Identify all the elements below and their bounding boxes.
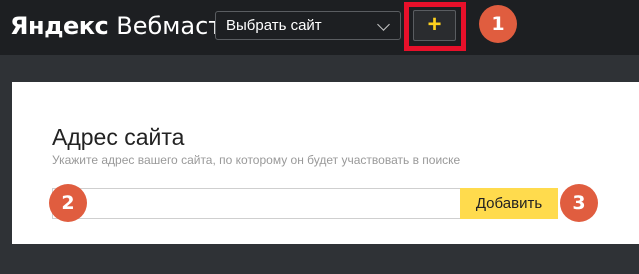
add-site-button[interactable]: + bbox=[413, 10, 456, 41]
step-marker-3: 3 bbox=[560, 184, 598, 222]
site-address-input[interactable] bbox=[52, 188, 460, 219]
site-select-dropdown[interactable]: Выбрать сайт bbox=[215, 11, 401, 40]
page-title: Адрес сайта bbox=[52, 124, 185, 150]
add-button[interactable]: Добавить bbox=[460, 188, 558, 219]
address-hint: Укажите адрес вашего сайта, по которому … bbox=[52, 153, 461, 167]
chevron-down-icon bbox=[377, 18, 390, 31]
site-select-value: Выбрать сайт bbox=[226, 17, 322, 34]
logo-brand: Яндекс bbox=[10, 12, 109, 40]
plus-icon: + bbox=[427, 11, 442, 38]
step-marker-2: 2 bbox=[49, 184, 87, 222]
step-marker-1: 1 bbox=[479, 5, 517, 43]
